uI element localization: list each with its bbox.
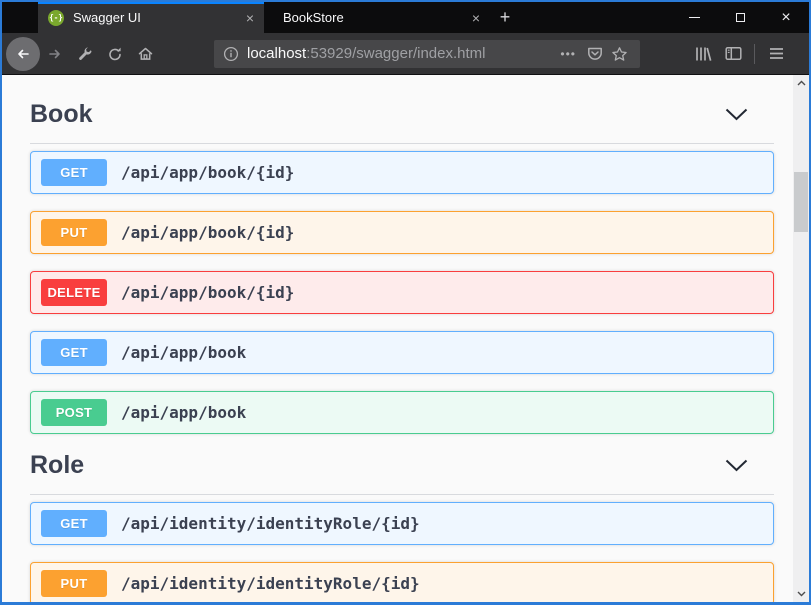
method-badge[interactable]: PUT: [41, 219, 107, 246]
operation-row[interactable]: DELETE/api/app/book/{id}: [30, 271, 774, 314]
method-badge[interactable]: GET: [41, 159, 107, 186]
method-badge[interactable]: POST: [41, 399, 107, 426]
operation-row[interactable]: GET/api/identity/identityRole/{id}: [30, 502, 774, 545]
method-badge[interactable]: DELETE: [41, 279, 107, 306]
tab-close-icon[interactable]: ×: [246, 11, 254, 25]
home-icon: [137, 45, 154, 62]
chevron-up-icon: [797, 80, 806, 86]
sidebar-icon: [725, 46, 742, 61]
navigation-toolbar: localhost:53929/swagger/index.html •••: [2, 33, 809, 75]
toolbar-separator: [754, 44, 755, 64]
chevron-down-icon: [797, 591, 806, 597]
vertical-scrollbar[interactable]: [793, 75, 809, 602]
minimize-icon: [689, 17, 700, 18]
api-section: RoleGET/api/identity/identityRole/{id}PU…: [30, 451, 774, 602]
reload-button[interactable]: [100, 39, 130, 69]
tab-title: Swagger UI: [73, 10, 238, 25]
window-controls: ×: [671, 2, 809, 33]
scroll-down-button[interactable]: [793, 586, 809, 602]
titlebar-spacer: [2, 2, 38, 33]
section-collapse-chevron-down-icon[interactable]: [725, 459, 748, 472]
menu-button[interactable]: [761, 39, 791, 69]
browser-window: {-} Swagger UI × BookStore × + ×: [0, 0, 811, 605]
tab-bookstore[interactable]: BookStore ×: [264, 2, 490, 33]
close-icon: ×: [781, 10, 790, 26]
tools-button[interactable]: [70, 39, 100, 69]
method-badge[interactable]: GET: [41, 339, 107, 366]
url-host: localhost: [247, 45, 306, 62]
section-title: Book: [30, 100, 93, 129]
api-section: BookGET/api/app/book/{id}PUT/api/app/boo…: [30, 75, 774, 434]
operation-path: /api/app/book/{id}: [121, 283, 294, 302]
section-collapse-chevron-down-icon[interactable]: [725, 108, 748, 121]
refresh-icon: [107, 46, 123, 62]
forward-button[interactable]: [40, 39, 70, 69]
new-tab-button[interactable]: +: [490, 2, 520, 33]
operation-row[interactable]: GET/api/app/book: [30, 331, 774, 374]
maximize-icon: [736, 13, 745, 22]
pocket-icon: [587, 46, 603, 61]
page-viewport: BookGET/api/app/book/{id}PUT/api/app/boo…: [2, 75, 809, 602]
library-button[interactable]: [688, 39, 718, 69]
operation-path: /api/app/book/{id}: [121, 223, 294, 242]
operation-row[interactable]: POST/api/app/book: [30, 391, 774, 434]
library-icon: [694, 46, 712, 62]
maximize-button[interactable]: [717, 2, 763, 33]
scroll-up-button[interactable]: [793, 75, 809, 91]
hamburger-menu-icon: [769, 47, 784, 60]
forward-arrow-icon: [47, 46, 63, 62]
tab-title: BookStore: [283, 10, 464, 25]
url-bar[interactable]: localhost:53929/swagger/index.html •••: [214, 40, 640, 68]
url-text[interactable]: localhost:53929/swagger/index.html: [247, 45, 553, 62]
close-window-button[interactable]: ×: [763, 2, 809, 33]
wrench-icon: [77, 46, 93, 62]
section-title: Role: [30, 451, 84, 480]
back-button[interactable]: [6, 37, 40, 71]
operation-path: /api/app/book/{id}: [121, 163, 294, 182]
swagger-sections: BookGET/api/app/book/{id}PUT/api/app/boo…: [2, 75, 793, 602]
operation-path: /api/app/book: [121, 403, 246, 422]
toolbar-right-icons: [688, 39, 791, 69]
operation-row[interactable]: PUT/api/app/book/{id}: [30, 211, 774, 254]
section-header[interactable]: Role: [30, 451, 774, 479]
minimize-button[interactable]: [671, 2, 717, 33]
pocket-button[interactable]: [583, 39, 607, 69]
site-info-icon[interactable]: [223, 46, 239, 62]
operations-list: GET/api/app/book/{id}PUT/api/app/book/{i…: [30, 151, 774, 434]
scrollbar-thumb[interactable]: [794, 172, 808, 232]
section-divider: [30, 494, 774, 495]
method-badge[interactable]: GET: [41, 510, 107, 537]
tab-bar: {-} Swagger UI × BookStore × + ×: [2, 2, 809, 33]
section-header[interactable]: Book: [30, 100, 774, 128]
page-actions-icon[interactable]: •••: [560, 47, 576, 61]
operation-row[interactable]: PUT/api/identity/identityRole/{id}: [30, 562, 774, 602]
tab-swagger-ui[interactable]: {-} Swagger UI ×: [38, 2, 264, 33]
star-icon: [611, 46, 628, 62]
operation-path: /api/identity/identityRole/{id}: [121, 514, 420, 533]
operation-path: /api/identity/identityRole/{id}: [121, 574, 420, 593]
sidebar-toggle-button[interactable]: [718, 39, 748, 69]
operation-path: /api/app/book: [121, 343, 246, 362]
home-button[interactable]: [130, 39, 160, 69]
method-badge[interactable]: PUT: [41, 570, 107, 597]
tab-close-icon[interactable]: ×: [472, 11, 480, 25]
back-arrow-icon: [15, 46, 31, 62]
bookmark-button[interactable]: [607, 39, 631, 69]
operation-row[interactable]: GET/api/app/book/{id}: [30, 151, 774, 194]
url-path: :53929/swagger/index.html: [306, 45, 485, 62]
swagger-favicon-icon: {-}: [48, 10, 64, 26]
section-divider: [30, 143, 774, 144]
operations-list: GET/api/identity/identityRole/{id}PUT/ap…: [30, 502, 774, 602]
